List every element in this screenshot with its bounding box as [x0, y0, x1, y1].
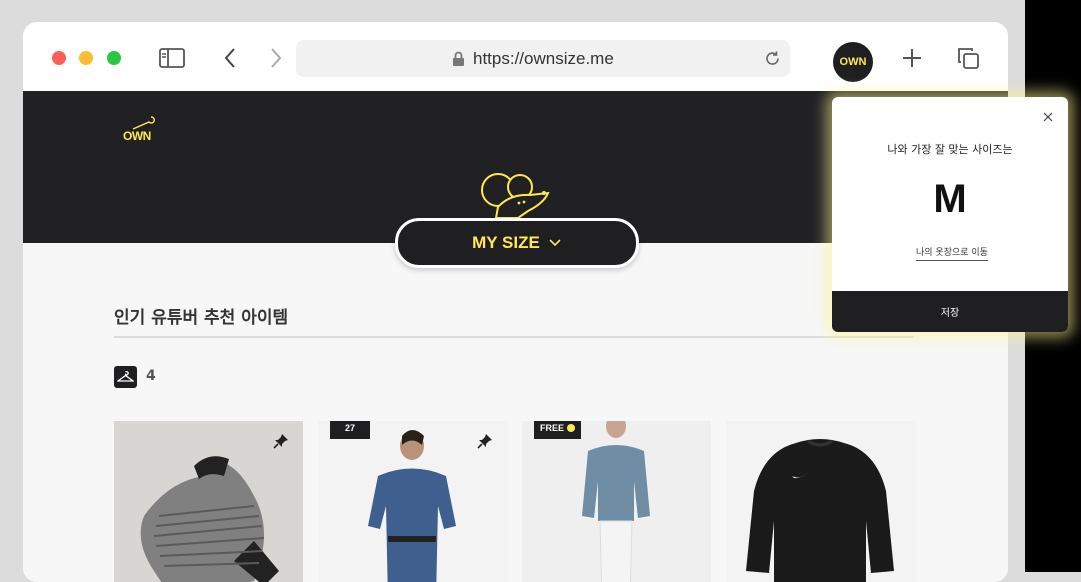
product-card[interactable]: 27	[318, 421, 507, 582]
save-button[interactable]: 저장	[832, 291, 1068, 332]
profile-label: OWN	[839, 56, 867, 68]
section-title: 인기 유튜버 추천 아이템	[114, 308, 289, 328]
sidebar-toggle-icon[interactable]	[157, 44, 187, 72]
my-size-label: MY SIZE	[472, 233, 540, 252]
chevron-down-icon	[549, 239, 561, 247]
product-card[interactable]	[114, 421, 303, 582]
browser-toolbar: https://ownsize.me OWN	[23, 22, 1008, 91]
section-divider	[114, 336, 914, 338]
logo-text: OWN	[123, 129, 151, 143]
closet-link[interactable]: 나의 옷장으로 이동	[916, 245, 988, 261]
new-tab-icon[interactable]	[897, 44, 927, 72]
size-popup: 나와 가장 잘 맞는 사이즈는 M 나의 옷장으로 이동 저장	[832, 97, 1068, 332]
tab-overview-icon[interactable]	[953, 44, 983, 72]
hanger-icon	[114, 366, 137, 388]
maximize-window-button[interactable]	[107, 51, 121, 65]
product-badge-label: FREE	[540, 423, 565, 433]
popup-question: 나와 가장 잘 맞는 사이즈는	[887, 143, 1013, 156]
product-badge: 27	[330, 421, 370, 439]
minimize-window-button[interactable]	[79, 51, 93, 65]
save-button-label: 저장	[940, 308, 960, 319]
close-icon[interactable]	[1041, 109, 1055, 123]
close-window-button[interactable]	[52, 51, 66, 65]
address-bar[interactable]: https://ownsize.me	[296, 40, 790, 77]
reload-icon[interactable]	[764, 50, 781, 71]
recommended-size: M	[933, 177, 967, 221]
pin-icon[interactable]	[477, 433, 493, 453]
product-image-sweatshirt	[746, 439, 894, 582]
sun-icon	[567, 424, 576, 432]
forward-icon[interactable]	[261, 44, 291, 72]
lock-icon	[452, 51, 465, 71]
product-image-cardigan	[582, 421, 650, 582]
product-card[interactable]: FREE	[522, 421, 711, 582]
back-icon[interactable]	[215, 44, 245, 72]
mouse-mascot-icon	[478, 169, 558, 223]
pin-icon[interactable]	[273, 433, 289, 453]
product-badge: FREE	[534, 421, 582, 439]
my-size-button[interactable]: MY SIZE	[395, 218, 639, 268]
url-text: https://ownsize.me	[473, 49, 614, 68]
profile-avatar[interactable]: OWN	[833, 42, 873, 82]
product-card[interactable]	[726, 421, 915, 582]
hanger-count: 4	[146, 368, 156, 384]
